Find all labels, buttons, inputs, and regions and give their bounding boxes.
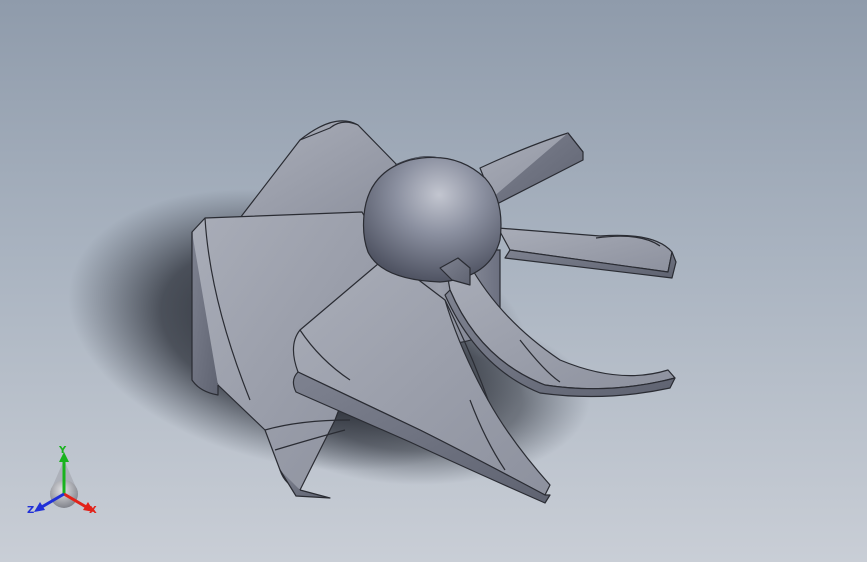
orientation-triad[interactable]: Y X Z: [22, 446, 108, 522]
triad-z-label: Z: [27, 505, 35, 516]
fan-model[interactable]: [0, 0, 867, 562]
hub-dome: [362, 156, 502, 283]
blade-right-middle: [497, 227, 677, 279]
graphics-viewport[interactable]: Y X Z: [0, 0, 867, 562]
triad-x-label: X: [89, 505, 97, 516]
triad-y-label: Y: [59, 445, 67, 456]
